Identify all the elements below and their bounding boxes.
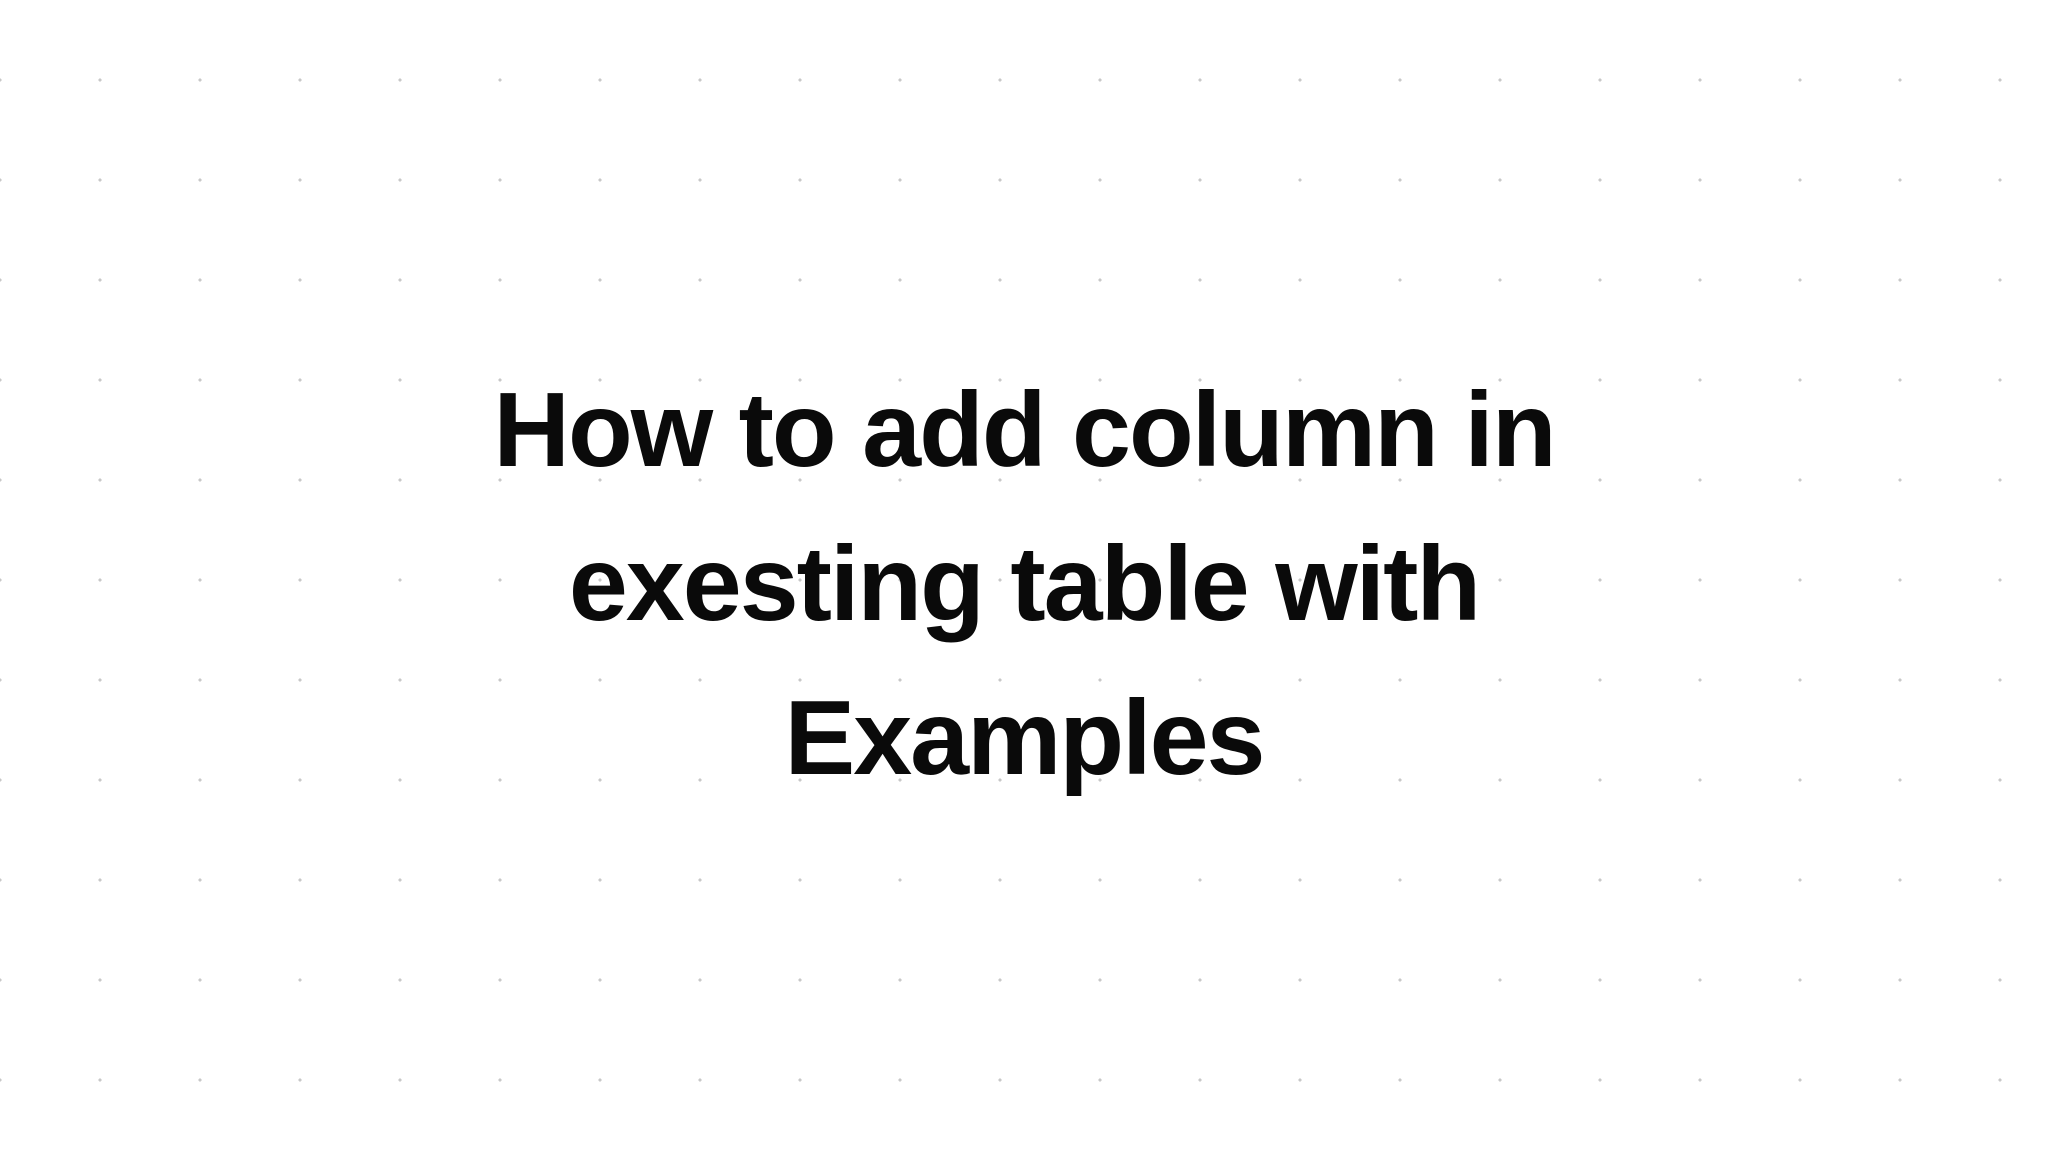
page-title: How to add column in exesting table with… <box>474 354 1574 815</box>
